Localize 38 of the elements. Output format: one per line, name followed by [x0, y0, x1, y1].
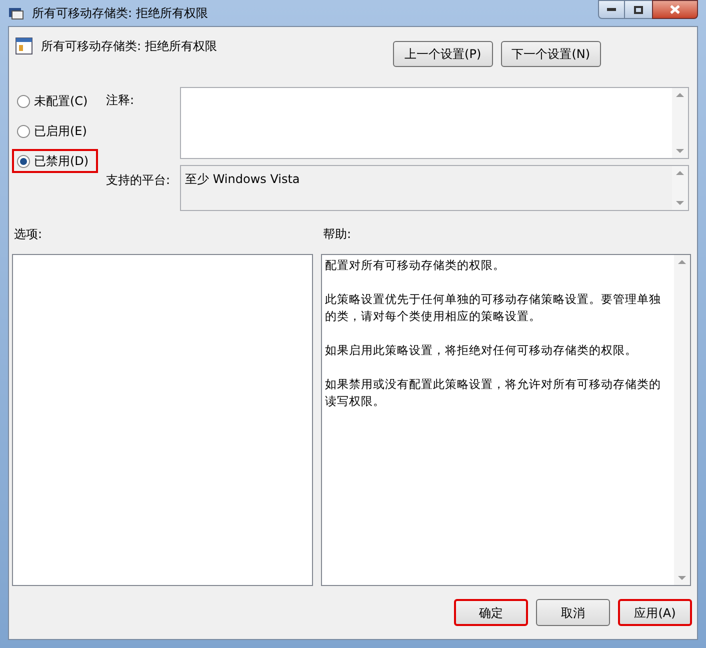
scroll-up-icon: [676, 92, 684, 97]
setting-icon: [15, 37, 33, 55]
close-button[interactable]: [652, 0, 698, 19]
scroll-down-icon: [678, 576, 686, 581]
radio-button[interactable]: [17, 94, 30, 108]
next-setting-button[interactable]: 下一个设置(N): [500, 41, 601, 67]
help-text: 此策略设置优先于任何单独的可移动存储策略设置。要管理单独的类，请对每个类使用相应的策略设置。: [325, 291, 662, 325]
cancel-button[interactable]: 取消: [536, 599, 610, 626]
help-text: 配置对所有可移动存储类的权限。: [325, 257, 506, 274]
radio-button[interactable]: [17, 154, 30, 168]
previous-setting-button[interactable]: 上一个设置(P): [392, 41, 493, 67]
policy-icon: [8, 6, 24, 20]
comment-label: 注释:: [106, 92, 136, 109]
options-label: 选项:: [13, 226, 44, 243]
help-text: 如果禁用或没有配置此策略设置，将允许对所有可移动存储类的读写权限。: [325, 376, 662, 410]
close-icon: [670, 5, 680, 14]
window-title: 所有可移动存储类: 拒绝所有权限: [32, 5, 208, 22]
radio-label: 已禁用(D): [34, 153, 89, 170]
scroll-up-icon: [678, 259, 686, 264]
ok-button[interactable]: 确定: [454, 599, 528, 626]
comment-field[interactable]: [180, 87, 689, 159]
radio-button[interactable]: [17, 124, 30, 138]
platform-label: 支持的平台:: [106, 172, 172, 189]
policy-title: 所有可移动存储类: 拒绝所有权限: [41, 38, 217, 55]
scrollbar[interactable]: [672, 88, 688, 158]
scroll-up-icon: [676, 170, 684, 175]
maximize-button[interactable]: [625, 0, 652, 19]
scrollbar[interactable]: [674, 255, 690, 585]
help-label: 帮助:: [323, 226, 352, 243]
minimize-button[interactable]: [598, 0, 625, 19]
help-text: 如果启用此策略设置，将拒绝对任何可移动存储类的权限。: [325, 342, 638, 359]
radio-label: 未配置(C): [34, 93, 88, 110]
scroll-down-icon: [676, 149, 684, 154]
platform-value: 至少 Windows Vista: [184, 171, 301, 188]
apply-button[interactable]: 应用(A): [618, 599, 692, 626]
scroll-down-icon: [676, 201, 684, 206]
scrollbar[interactable]: [672, 166, 688, 210]
radio-label: 已启用(E): [34, 123, 87, 140]
